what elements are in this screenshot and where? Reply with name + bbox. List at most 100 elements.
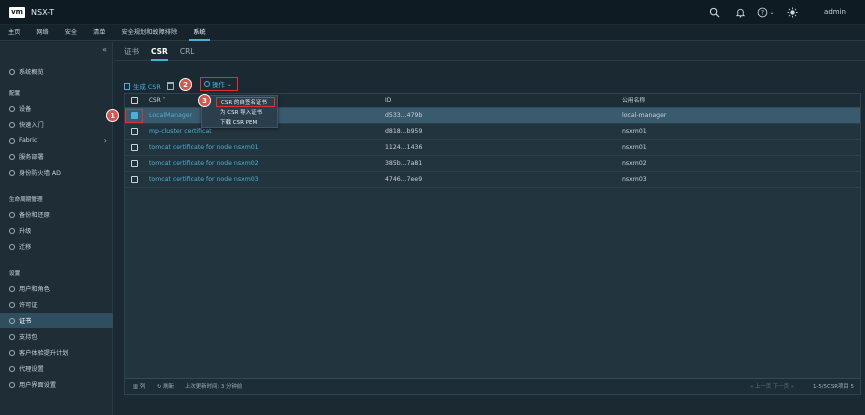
select-all-checkbox[interactable] [131,97,138,104]
migrate-icon [9,243,15,250]
column-header-id[interactable]: ID [385,94,391,108]
column-header-common-name[interactable]: 公用名称 [622,94,645,108]
nav-security[interactable]: 安全 [57,25,85,41]
toolbar: 生成 CSR [124,80,178,92]
pagination[interactable]: « 上一页 下一页 » [750,379,794,395]
sidebar-item-ceip[interactable]: 客户体验提升计划 [0,345,113,360]
menu-item-self-sign[interactable]: CSR 的自签名证书 [216,97,275,107]
row-checkbox[interactable] [131,176,138,183]
nav-home[interactable]: 主页 [0,25,28,41]
overview-icon [9,68,15,75]
csr-name-link[interactable]: tomcat certificate for node nsxm03 [149,172,259,188]
ceip-icon [9,349,15,356]
svg-text:?: ? [761,9,764,16]
csr-name-link[interactable]: tomcat certificate for node nsxm01 [149,140,259,156]
menu-item-import-cert[interactable]: 为 CSR 导入证书 [202,108,277,118]
header-actions: ? ⌄ admin [701,0,865,24]
tab-csr[interactable]: CSR [151,42,168,61]
actions-menu: CSR 的自签名证书 为 CSR 导入证书 下载 CSR PEM [201,95,278,128]
proxy-icon [9,365,15,372]
top-header: vm NSX-T ? ⌄ admin [0,0,865,24]
appliance-icon [9,105,15,112]
row-checkbox[interactable] [131,160,138,167]
collapse-sidebar-icon[interactable]: « [102,45,107,54]
sidebar-item-service-deployment[interactable]: 服务部署 [0,149,113,164]
csr-id: d533...479b [385,112,423,119]
certificate-tabs: 证书 CSR CRL [114,42,865,61]
table-row[interactable]: tomcat certificate for node nsxm01 1124.… [125,140,860,156]
sidebar-item-certificates[interactable]: 证书 [0,313,113,328]
trash-icon[interactable] [166,82,174,90]
nav-networking[interactable]: 网络 [28,25,56,41]
row-checkbox[interactable] [131,144,138,151]
gear-icon [204,81,210,87]
sidebar-item-backup-restore[interactable]: 备份和还原 [0,207,113,222]
sidebar-item-system-overview[interactable]: 系统概览 [0,64,113,79]
fabric-icon [9,137,15,144]
refresh-button[interactable]: ↻ 刷新 [157,379,174,395]
chevron-down-icon: ⌄ [226,80,232,88]
chevron-down-icon: ⌄ [769,8,775,16]
tab-crl[interactable]: CRL [180,42,195,61]
csr-id: 1124...1436 [385,144,423,151]
last-updated: 上次更新时间: 3 分钟前 [185,384,243,390]
nav-inventory[interactable]: 清单 [85,25,113,41]
table-row[interactable]: tomcat certificate for node nsxm03 4746.… [125,172,860,188]
document-icon [124,82,130,90]
sidebar-header-settings: 设置 [9,271,21,277]
users-icon [9,285,15,292]
nav-system[interactable]: 系统 [185,25,213,41]
sidebar-item-ui-settings[interactable]: 用户界面设置 [0,377,113,392]
csr-common-name: local-manager [622,112,667,119]
theme-icon[interactable] [779,0,805,24]
menu-item-download-pem[interactable]: 下载 CSR PEM [202,118,277,128]
generate-csr-button[interactable]: 生成 CSR [124,82,161,91]
main-nav: 主页 网络 安全 清单 安全规划和故障排除 系统 [0,25,865,41]
sidebar-item-identity-firewall-ad[interactable]: 身份防火墙 AD [0,165,113,180]
sidebar: « 系统概览 配置 设备 快速入门 Fabric › 服务部署 身份防火墙 AD … [0,42,113,415]
user-menu[interactable]: admin [805,8,865,16]
csr-common-name: nsxm03 [622,176,647,183]
nav-plan-troubleshoot[interactable]: 安全规划和故障排除 [114,25,186,41]
sidebar-item-quick-start[interactable]: 快速入门 [0,117,113,132]
sidebar-item-upgrade[interactable]: 升级 [0,223,113,238]
column-header-csr[interactable]: CSR ˅ [149,94,166,108]
search-icon[interactable] [701,0,727,24]
sidebar-item-migrate[interactable]: 迁移 [0,239,113,254]
csr-name-link[interactable]: LocalManager [149,108,192,124]
sidebar-header-lifecycle: 生命周期管理 [9,197,43,203]
vmware-logo: vm [9,6,25,18]
ui-settings-icon [9,381,15,388]
support-icon [9,333,15,340]
sidebar-header-config: 配置 [9,91,21,97]
columns-icon: ▥ [133,384,140,390]
sidebar-item-fabric[interactable]: Fabric › [0,133,113,148]
sidebar-item-licenses[interactable]: 许可证 [0,297,113,312]
csr-id: d818...b959 [385,128,423,135]
service-icon [9,153,15,160]
sidebar-item-appliances[interactable]: 设备 [0,101,113,116]
sidebar-item-support-bundle[interactable]: 支持包 [0,329,113,344]
column-toggle-button[interactable]: ▥ 列 [133,379,145,395]
csr-common-name: nsxm02 [622,160,647,167]
step-badge-3: 3 [198,94,211,107]
help-menu[interactable]: ? ⌄ [753,0,779,24]
bell-icon[interactable] [727,0,753,24]
actions-button[interactable]: 操作 ⌄ [200,77,238,91]
app-title: NSX-T [31,7,55,17]
step-badge-2: 2 [179,78,192,91]
sort-icon: ˅ [162,98,166,104]
quick-start-icon [9,121,15,128]
sidebar-item-users-roles[interactable]: 用户和角色 [0,281,113,296]
csr-table: CSR ˅ ID 公用名称 LocalManager d533...479b l… [124,93,861,395]
csr-name-link[interactable]: tomcat certificate for node nsxm02 [149,156,259,172]
csr-common-name: nsxm01 [622,128,647,135]
csr-id: 385b...7a81 [385,160,423,167]
row-checkbox[interactable] [131,128,138,135]
help-icon: ? [758,7,768,17]
table-row[interactable]: tomcat certificate for node nsxm02 385b.… [125,156,860,172]
tab-certificates[interactable]: 证书 [124,42,139,61]
step-badge-1: 1 [106,109,119,122]
sidebar-item-proxy-settings[interactable]: 代理设置 [0,361,113,376]
csr-id: 4746...7ee9 [385,176,423,183]
